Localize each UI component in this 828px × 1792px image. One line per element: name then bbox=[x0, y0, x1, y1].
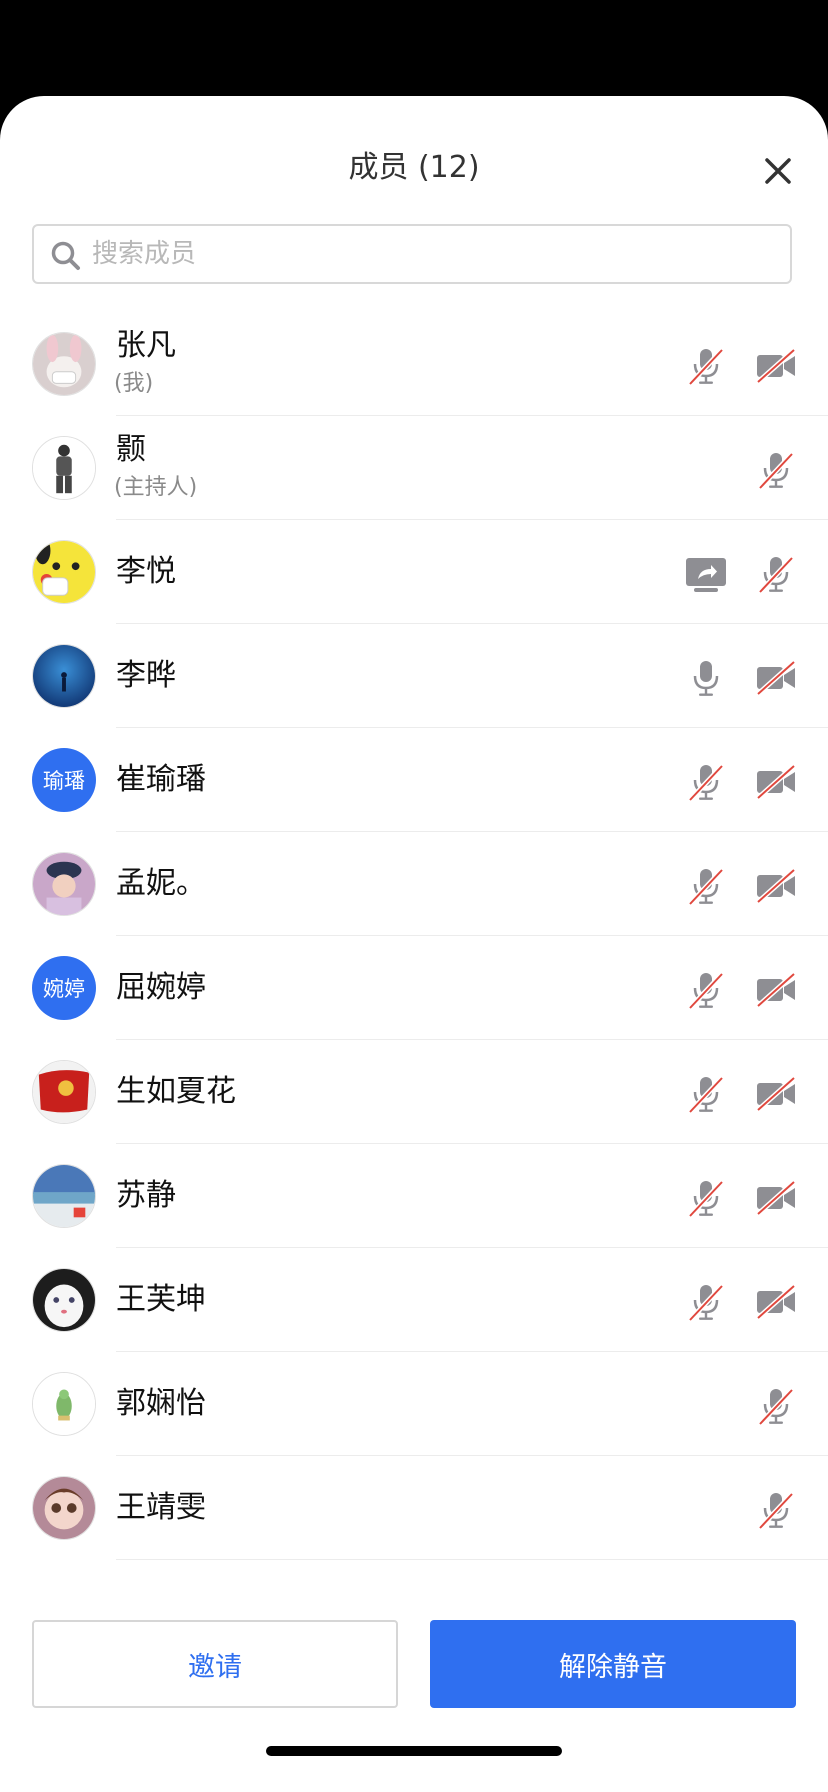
invite-button[interactable]: 邀请 bbox=[32, 1620, 398, 1708]
avatar bbox=[32, 1164, 96, 1228]
member-name: 李晔 bbox=[116, 658, 176, 693]
member-name: 王靖雯 bbox=[116, 1490, 206, 1525]
mic-muted-icon[interactable] bbox=[684, 864, 728, 908]
member-row[interactable]: 颢 (主持人) bbox=[0, 416, 828, 520]
mic-muted-icon[interactable] bbox=[754, 1488, 798, 1532]
avatar: 婉婷 bbox=[32, 956, 96, 1020]
member-row[interactable]: 孟妮。 bbox=[0, 832, 828, 936]
camera-off-icon[interactable] bbox=[754, 1280, 798, 1324]
member-row[interactable]: 苏静 bbox=[0, 1144, 828, 1248]
member-row[interactable]: 李悦 bbox=[0, 520, 828, 624]
member-row[interactable]: 王靖雯 bbox=[0, 1456, 828, 1560]
mic-muted-icon[interactable] bbox=[684, 760, 728, 804]
members-panel: 成员 (12) 张凡 (我) bbox=[0, 96, 828, 1792]
avatar: 瑜璠 bbox=[32, 748, 96, 812]
member-name: 苏静 bbox=[116, 1178, 176, 1213]
avatar bbox=[32, 332, 96, 396]
screen-share-icon[interactable] bbox=[684, 552, 728, 596]
camera-off-icon[interactable] bbox=[754, 864, 798, 908]
member-name: 孟妮。 bbox=[116, 866, 206, 901]
unmute-button[interactable]: 解除静音 bbox=[430, 1620, 796, 1708]
member-role: (主持人) bbox=[114, 475, 198, 500]
mic-muted-icon[interactable] bbox=[684, 1072, 728, 1116]
member-name: 屈婉婷 bbox=[116, 970, 206, 1005]
search-icon bbox=[50, 240, 82, 272]
mic-muted-icon[interactable] bbox=[684, 1176, 728, 1220]
member-row[interactable]: 郭娴怡 bbox=[0, 1352, 828, 1456]
camera-off-icon[interactable] bbox=[754, 1072, 798, 1116]
camera-off-icon[interactable] bbox=[754, 760, 798, 804]
page-title: 成员 (12) bbox=[348, 150, 480, 185]
avatar bbox=[32, 436, 96, 500]
member-row[interactable]: 瑜璠 崔瑜璠 bbox=[0, 728, 828, 832]
avatar bbox=[32, 540, 96, 604]
mic-muted-icon[interactable] bbox=[754, 552, 798, 596]
mic-icon[interactable] bbox=[684, 656, 728, 700]
mic-muted-icon[interactable] bbox=[684, 968, 728, 1012]
search-box[interactable] bbox=[32, 224, 792, 284]
member-row[interactable]: 李晔 bbox=[0, 624, 828, 728]
mic-muted-icon[interactable] bbox=[754, 448, 798, 492]
avatar bbox=[32, 1372, 96, 1436]
mic-muted-icon[interactable] bbox=[684, 1280, 728, 1324]
member-name: 郭娴怡 bbox=[116, 1386, 206, 1421]
camera-off-icon[interactable] bbox=[754, 1176, 798, 1220]
avatar bbox=[32, 1060, 96, 1124]
member-row[interactable]: 生如夏花 bbox=[0, 1040, 828, 1144]
camera-off-icon[interactable] bbox=[754, 968, 798, 1012]
member-name: 王芙坤 bbox=[116, 1282, 206, 1317]
member-list: 张凡 (我) 颢 (主持人) 李悦 李晔 瑜璠 崔瑜璠 孟妮。 婉婷 屈婉婷 生… bbox=[0, 312, 828, 1560]
member-name: 颢 bbox=[116, 432, 146, 467]
camera-off-icon[interactable] bbox=[754, 344, 798, 388]
home-indicator[interactable] bbox=[266, 1746, 562, 1756]
avatar bbox=[32, 1268, 96, 1332]
member-row[interactable]: 张凡 (我) bbox=[0, 312, 828, 416]
member-name: 生如夏花 bbox=[116, 1074, 236, 1109]
search-input[interactable] bbox=[92, 234, 772, 274]
member-role: (我) bbox=[114, 371, 154, 396]
member-name: 李悦 bbox=[116, 554, 176, 589]
avatar bbox=[32, 852, 96, 916]
avatar bbox=[32, 1476, 96, 1540]
member-row[interactable]: 王芙坤 bbox=[0, 1248, 828, 1352]
member-row[interactable]: 婉婷 屈婉婷 bbox=[0, 936, 828, 1040]
mic-muted-icon[interactable] bbox=[684, 344, 728, 388]
avatar bbox=[32, 644, 96, 708]
member-name: 张凡 bbox=[116, 328, 176, 363]
member-name: 崔瑜璠 bbox=[116, 762, 206, 797]
close-icon[interactable] bbox=[757, 150, 799, 192]
mic-muted-icon[interactable] bbox=[754, 1384, 798, 1428]
camera-off-icon[interactable] bbox=[754, 656, 798, 700]
